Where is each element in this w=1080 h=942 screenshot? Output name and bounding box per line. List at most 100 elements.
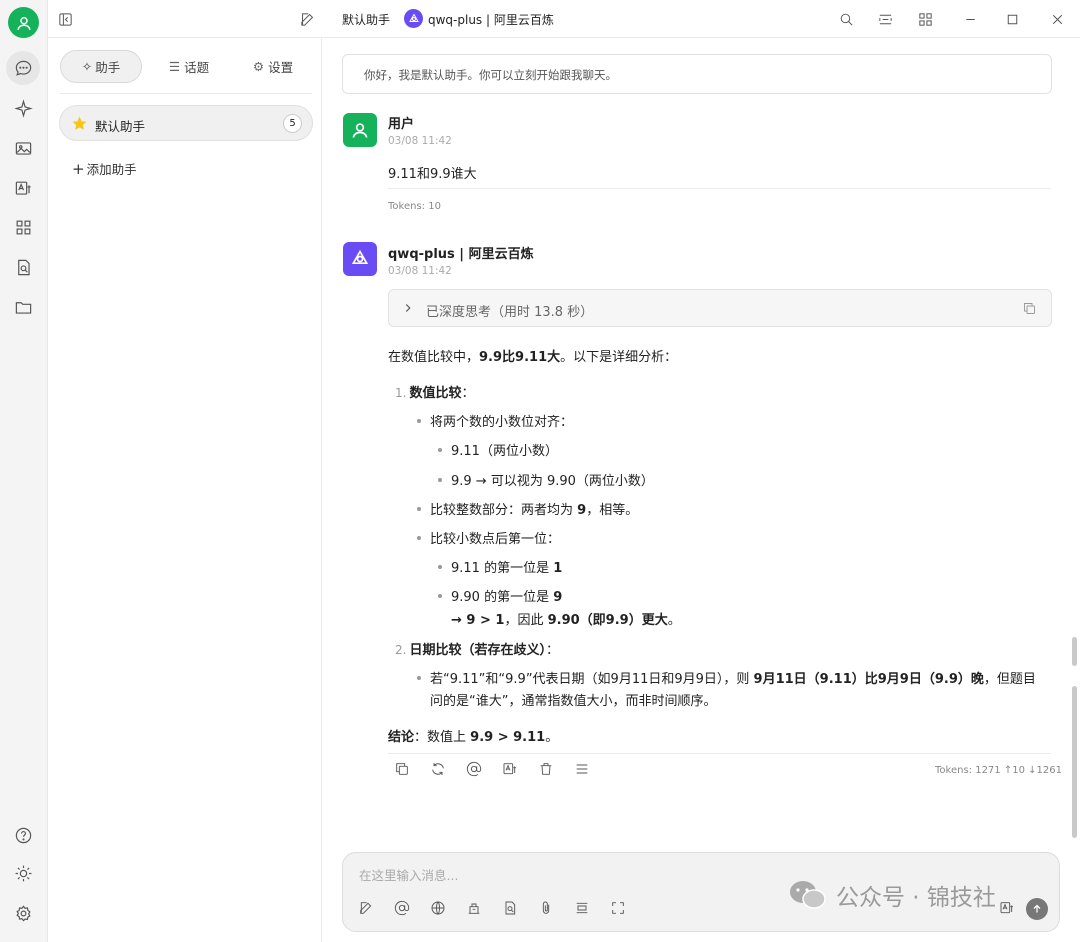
conclusion: 结论：数值上 9.9 > 9.11。 <box>388 726 558 745</box>
close-icon[interactable] <box>1046 8 1068 30</box>
model-logo-icon[interactable] <box>404 9 423 28</box>
send-button[interactable] <box>1026 898 1048 920</box>
copy-icon[interactable] <box>1022 301 1037 316</box>
section-1-heading: 1. 数值比较： <box>395 382 474 401</box>
bullet <box>417 675 421 680</box>
text: ： <box>545 643 559 658</box>
list-item-continuation: 问的是“谁大”，通常指数值大小，而非时间顺序。 <box>430 690 716 709</box>
clear-context-icon[interactable] <box>574 900 592 918</box>
list-number: 2. <box>395 643 407 657</box>
knowledge-base-icon[interactable] <box>466 900 484 918</box>
toggle-sidebar-icon[interactable] <box>54 8 76 30</box>
menu-icon[interactable] <box>574 761 591 778</box>
list-item: 9.9 → 可以视为 9.90（两位小数） <box>438 470 654 489</box>
sparkle-icon[interactable] <box>6 91 40 125</box>
settings-gear-icon[interactable] <box>6 896 40 930</box>
text: 9.9 → 可以视为 9.90（两位小数） <box>451 474 654 489</box>
user-avatar[interactable] <box>8 7 39 38</box>
tab-label: 助手 <box>95 60 121 75</box>
text: 比较整数部分：两者均为 <box>430 503 578 518</box>
user-message: 9.11和9.9谁大 <box>388 167 477 182</box>
folder-icon[interactable] <box>6 290 40 324</box>
expand-icon[interactable] <box>610 900 628 918</box>
knowledge-search-icon[interactable] <box>6 250 40 284</box>
apps-icon[interactable] <box>6 210 40 244</box>
translate-icon[interactable] <box>6 171 40 205</box>
title-bar: 默认助手 qwq-plus | 阿里云百炼 <box>48 0 1080 38</box>
minimize-icon[interactable] <box>959 8 981 30</box>
watermark: 公众号 · 锦技社 <box>788 878 996 912</box>
bullet <box>417 418 421 423</box>
thinking-panel[interactable]: 已深度思考（用时 13.8 秒） <box>388 289 1052 327</box>
translate-input-icon[interactable] <box>999 900 1017 918</box>
tab-label: 设置 <box>268 60 294 75</box>
text: ，但题目 <box>983 672 1036 687</box>
model-avatar <box>343 242 377 276</box>
list-item: 将两个数的小数位对齐： <box>417 411 573 430</box>
list-item: 比较小数点后第一位： <box>417 528 560 547</box>
model-selector[interactable]: qwq-plus | 阿里云百炼 <box>428 11 554 28</box>
assistant-item-default[interactable]: 默认助手 5 <box>59 105 313 141</box>
text: 比较小数点后第一位： <box>430 532 561 547</box>
mention-icon[interactable] <box>394 900 412 918</box>
text: 若“9.11”和“9.9”代表日期（如9月11日和9月9日），则 <box>430 672 754 687</box>
divider <box>388 753 1051 754</box>
model-timestamp: 03/08 11:42 <box>388 265 452 277</box>
search-icon[interactable] <box>835 8 857 30</box>
app-window: 默认助手 qwq-plus | 阿里云百炼 ✧ 助手 ☰ 话题 ⚙ 设置 默认助… <box>0 0 1080 942</box>
text-bold: 数值比较 <box>409 386 462 401</box>
scrollbar-thumb[interactable] <box>1072 637 1077 666</box>
bullet <box>438 477 442 482</box>
text: ： <box>461 386 475 401</box>
watermark-text: 公众号 · 锦技社 <box>836 885 996 911</box>
list-number: 1. <box>395 386 407 400</box>
tab-label: 话题 <box>184 60 210 75</box>
document-search-icon[interactable] <box>502 900 520 918</box>
wechat-logo-icon <box>790 881 826 909</box>
text: 问的是“谁大”，通常指数值大小，而非时间顺序。 <box>430 694 717 709</box>
new-chat-edit-icon[interactable] <box>296 8 318 30</box>
translate-icon[interactable] <box>502 761 519 778</box>
text: 9.90 的第一位是 <box>451 590 554 605</box>
arrow-up-icon <box>1033 904 1041 913</box>
answer-intro: 在数值比较中，9.9比9.11大。以下是详细分析： <box>388 346 677 365</box>
attachment-icon[interactable] <box>538 900 556 918</box>
text: 。 <box>545 730 559 745</box>
text: 将两个数的小数位对齐： <box>430 415 574 430</box>
new-topic-icon[interactable] <box>358 900 376 918</box>
section-2-heading: 2. 日期比较（若存在歧义）： <box>395 639 559 658</box>
text: 。 <box>667 613 681 628</box>
regenerate-icon[interactable] <box>430 761 447 778</box>
add-assistant-button[interactable]: + 添加助手 <box>72 159 137 178</box>
user-timestamp: 03/08 11:42 <box>388 135 452 147</box>
list-item: 若“9.11”和“9.9”代表日期（如9月11日和9月9日），则 9月11日（9… <box>417 668 1036 687</box>
user-token-count: Tokens: 10 <box>388 201 441 212</box>
scrollbar-track[interactable] <box>1072 686 1077 838</box>
list-item-continuation: → 9 > 1，因此 9.90（即9.9）更大。 <box>451 609 681 628</box>
message-input[interactable]: 在这里输入消息... <box>359 865 458 884</box>
list-icon: ☰ <box>168 59 181 74</box>
image-icon[interactable] <box>6 131 40 165</box>
maximize-icon[interactable] <box>1001 8 1023 30</box>
text-bold: 9.90（即9.9）更大 <box>547 613 668 628</box>
text-bold: 9月11日（9.11）比9月9日（9.9）晚 <box>753 672 984 687</box>
delete-icon[interactable] <box>538 761 555 778</box>
sidebar-tabs: ✧ 助手 ☰ 话题 ⚙ 设置 <box>60 50 312 83</box>
web-search-globe-icon[interactable] <box>430 900 448 918</box>
chat-icon[interactable] <box>6 51 40 85</box>
mention-icon[interactable] <box>466 761 483 778</box>
text-bold: 1 <box>553 561 563 576</box>
layout-grid-icon[interactable] <box>914 8 936 30</box>
text-bold: 9.9比9.11大 <box>479 350 561 365</box>
assistant-sidebar: ✧ 助手 ☰ 话题 ⚙ 设置 默认助手 5 + 添加助手 <box>48 38 322 942</box>
copy-icon[interactable] <box>394 761 411 778</box>
tab-assistants[interactable]: ✧ 助手 <box>60 50 142 83</box>
tab-topics[interactable]: ☰ 话题 <box>150 50 228 83</box>
text-bold: 日期比较（若存在歧义） <box>409 643 546 658</box>
help-icon[interactable] <box>6 818 40 852</box>
list-item: 9.11（两位小数） <box>438 440 558 459</box>
theme-sun-icon[interactable] <box>6 856 40 890</box>
narrow-mode-icon[interactable] <box>874 8 896 30</box>
tab-settings[interactable]: ⚙ 设置 <box>234 50 312 83</box>
text: ：数值上 <box>414 730 471 745</box>
